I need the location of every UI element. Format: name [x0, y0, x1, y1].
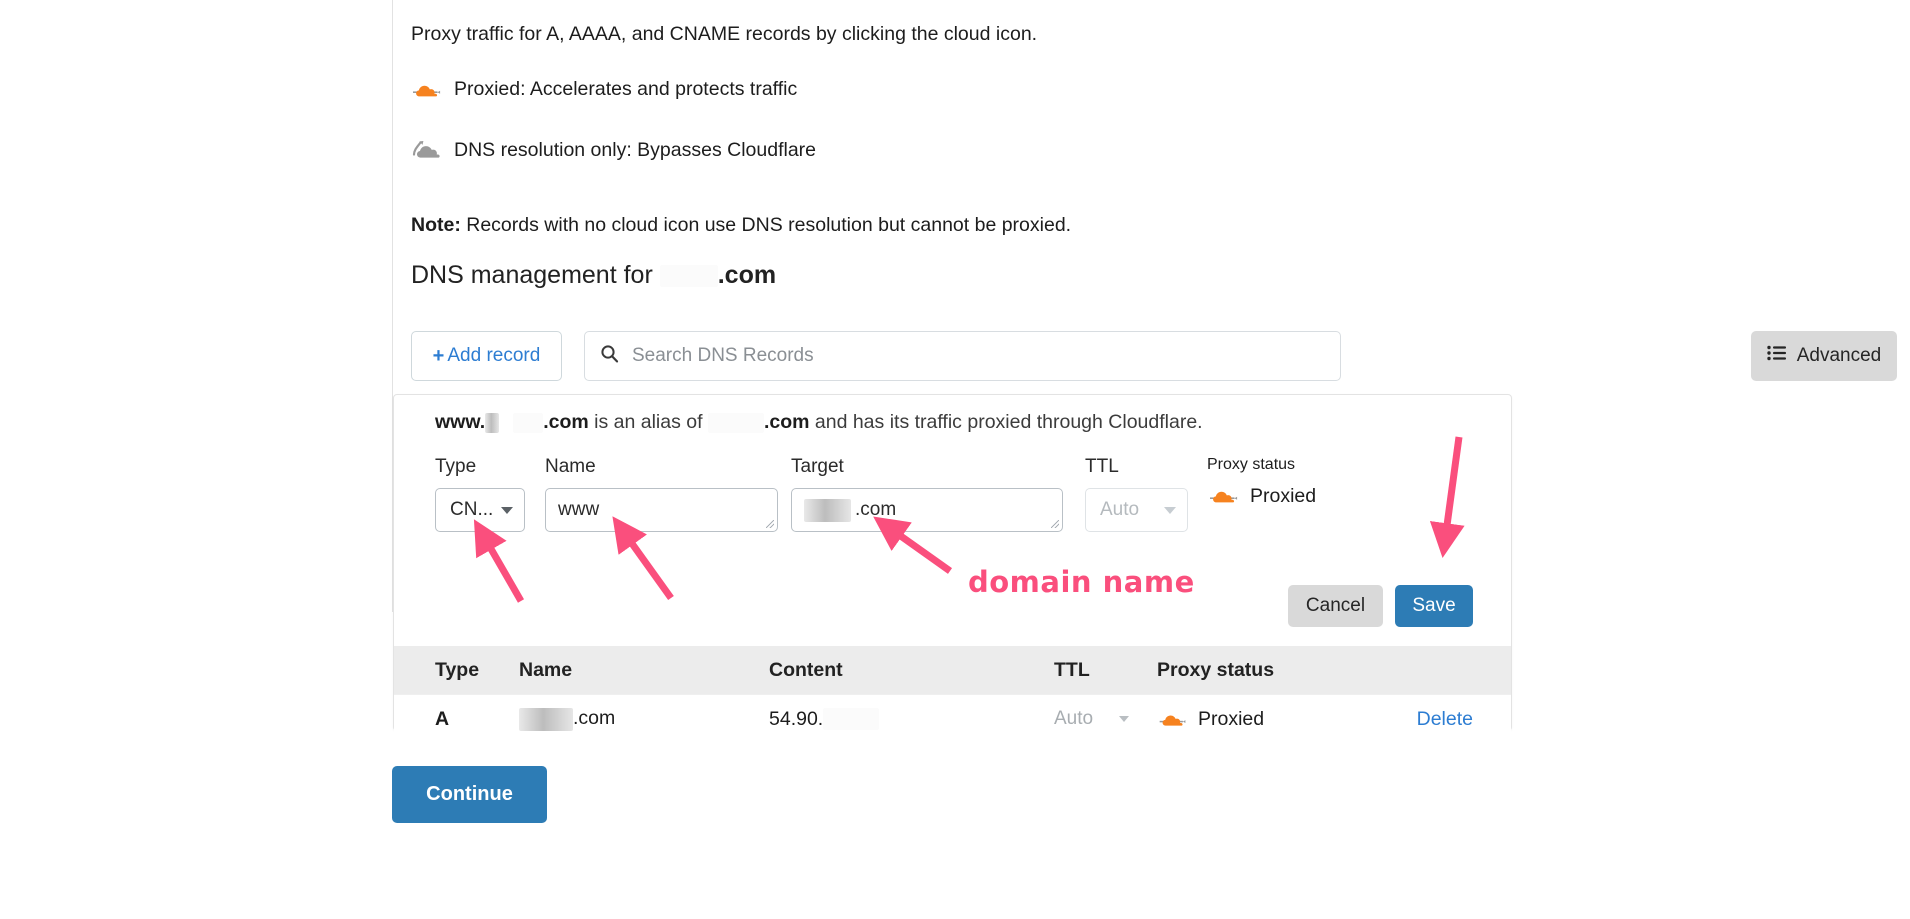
ttl-mini-select: Auto [1054, 708, 1157, 730]
cell-name-suffix: .com [573, 707, 616, 730]
chevron-down-icon [1119, 716, 1130, 722]
delete-record-link[interactable]: Delete [1417, 708, 1473, 730]
redacted-alias-target [707, 412, 764, 433]
legend-proxied-label: Proxied: Accelerates and protects traffi… [454, 78, 798, 100]
page-title-prefix: DNS management for [411, 261, 653, 289]
proxy-status-toggle[interactable]: Proxied [1207, 474, 1316, 518]
record-form-row: Type CN... Name www Target .com TTL Auto… [435, 456, 1475, 546]
cell-content-value: 54.90. [769, 707, 824, 730]
redacted-ip-suffix [823, 708, 880, 731]
proxy-help-text: Proxy traffic for A, AAAA, and CNAME rec… [411, 23, 1038, 45]
redacted-alias-gap [513, 412, 544, 433]
dns-records-table: Type Name Content TTL Proxy status A .co… [394, 646, 1511, 743]
field-proxy-status: Proxy status Proxied [1207, 456, 1316, 518]
chevron-down-icon [1164, 506, 1176, 514]
cell-ttl: Auto [1054, 708, 1157, 730]
cell-proxy-value: Proxied [1198, 707, 1265, 730]
dns-record-editor-card: www. .com is an alias of .com and has its… [393, 394, 1512, 743]
proxy-status-label: Proxy status [1207, 456, 1296, 473]
table-row: A .com 54.90. Auto Proxied Delete [394, 694, 1511, 743]
ttl-label: TTL [1085, 456, 1119, 477]
ttl-select: Auto [1085, 488, 1188, 532]
target-input[interactable]: .com [791, 488, 1063, 532]
cell-name: .com [519, 707, 769, 731]
cancel-button[interactable]: Cancel [1288, 585, 1383, 627]
alias-com-2: .com [763, 411, 810, 433]
search-input[interactable] [630, 331, 1340, 381]
plus-icon: + [432, 344, 445, 367]
cell-type: A [435, 707, 450, 730]
name-input-value: www [558, 499, 600, 520]
alias-com-1: .com [543, 411, 589, 433]
note-body: Records with no cloud icon use DNS resol… [460, 214, 1072, 236]
cell-content: 54.90. [769, 708, 1054, 731]
legend-dns-only-label: DNS resolution only: Bypasses Cloudflare [454, 138, 817, 161]
column-header-content: Content [769, 658, 843, 681]
orange-cloud-proxied-icon [1207, 486, 1239, 506]
search-icon [600, 344, 619, 368]
column-header-type: Type [435, 658, 480, 681]
type-label: Type [435, 456, 477, 477]
table-header-row: Type Name Content TTL Proxy status [394, 646, 1511, 694]
advanced-label: Advanced [1796, 345, 1882, 366]
redacted-record-name [519, 707, 573, 731]
alias-www: www. [435, 411, 486, 433]
orange-cloud-proxied-icon [1157, 710, 1187, 729]
type-select[interactable]: CN... [435, 488, 525, 532]
chevron-down-icon [501, 506, 514, 514]
proxy-mini: Proxied [1157, 708, 1402, 731]
field-name: Name www [545, 456, 778, 532]
legend-proxied-row: Proxied: Accelerates and protects traffi… [411, 78, 797, 101]
advanced-button[interactable]: Advanced [1751, 331, 1897, 381]
column-header-name: Name [519, 658, 573, 681]
orange-cloud-proxied-icon [411, 80, 441, 100]
continue-button[interactable]: Continue [392, 766, 547, 823]
redacted-target-domain [804, 498, 851, 522]
field-type: Type CN... [435, 456, 525, 532]
target-input-value: .com [855, 499, 897, 520]
field-target: Target .com [791, 456, 1063, 532]
legend-dns-only-row: DNS resolution only: Bypasses Cloudflare [411, 138, 816, 162]
cell-actions: Delete [1402, 708, 1511, 731]
grey-cloud-dns-only-icon [411, 138, 441, 162]
alias-middle: is an alias of [588, 411, 708, 433]
list-settings-icon [1767, 345, 1787, 367]
ttl-select-value: Auto [1100, 499, 1140, 520]
column-header-ttl: TTL [1054, 658, 1090, 681]
add-record-label: Add record [447, 345, 541, 366]
alias-description: www. .com is an alias of .com and has its… [435, 410, 1203, 434]
page-title-domain-suffix: .com [717, 261, 777, 289]
redacted-alias-sub [485, 412, 500, 433]
page-title: DNS management for .com [411, 260, 776, 290]
target-label: Target [791, 456, 844, 477]
form-actions: Cancel Save [1288, 585, 1473, 627]
records-note: Note: Records with no cloud icon use DNS… [411, 213, 1071, 237]
alias-tail: and has its traffic proxied through Clou… [809, 411, 1203, 433]
note-prefix: Note: [411, 214, 461, 236]
dns-management-page: Proxy traffic for A, AAAA, and CNAME rec… [0, 0, 1910, 919]
type-select-value: CN... [450, 499, 494, 520]
search-dns-records-box[interactable] [584, 331, 1341, 381]
field-ttl: TTL Auto [1085, 456, 1188, 532]
save-button[interactable]: Save [1395, 585, 1473, 627]
annotation-domain-name-label: domain name [968, 565, 1195, 599]
dns-toolbar: + Add record Search DNS Records Advanced [411, 331, 1897, 381]
cell-proxy-status[interactable]: Proxied [1157, 708, 1402, 731]
cell-ttl-value: Auto [1054, 708, 1094, 729]
proxy-status-value: Proxied [1250, 484, 1317, 507]
redacted-domain [659, 265, 718, 288]
name-input[interactable]: www [545, 488, 778, 532]
name-label: Name [545, 456, 596, 477]
column-header-proxy-status: Proxy status [1157, 658, 1275, 681]
add-record-button[interactable]: + Add record [411, 331, 562, 381]
